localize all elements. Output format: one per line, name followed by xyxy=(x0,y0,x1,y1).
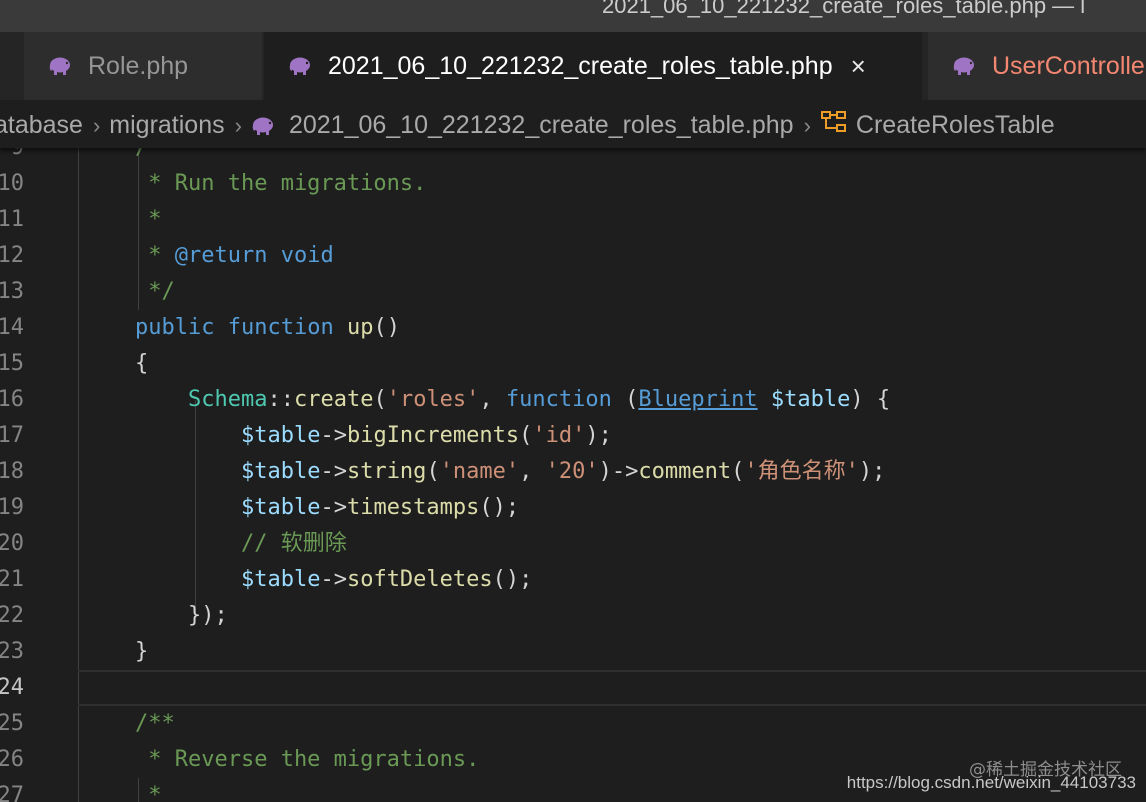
current-line-highlight[interactable]: 24 xyxy=(0,670,1146,706)
line-number: 13 xyxy=(0,279,24,304)
line-number: 11 xyxy=(0,207,24,232)
line-number: 26 xyxy=(0,747,24,772)
chevron-right-icon: › xyxy=(234,112,242,138)
line-text: * xyxy=(135,207,162,232)
line-text: /** xyxy=(135,148,175,160)
php-elephant-icon xyxy=(952,56,978,76)
line-number: 17 xyxy=(0,423,24,448)
window-title-bar: 2021_06_10_221232_create_roles_table.php… xyxy=(0,0,1146,32)
php-elephant-icon xyxy=(48,56,74,76)
line-number: 24 xyxy=(0,675,24,700)
code-line: 23 } xyxy=(0,634,1146,670)
line-text: * Run the migrations. xyxy=(135,171,427,196)
code-line: 17 $table->bigIncrements('id'); xyxy=(0,418,1146,454)
line-text: * xyxy=(135,783,162,802)
code-line: 9 /** xyxy=(0,148,1146,166)
breadcrumb-item-file[interactable]: 2021_06_10_221232_create_roles_table.php xyxy=(289,111,794,140)
code-line: 15 { xyxy=(0,346,1146,382)
line-text: */ xyxy=(135,279,175,304)
line-number: 14 xyxy=(0,315,24,340)
window-title: 2021_06_10_221232_create_roles_table.php… xyxy=(602,0,1086,18)
tab-user-controller[interactable]: UserControlle xyxy=(928,32,1146,100)
tab-label: Role.php xyxy=(88,51,189,80)
code-line: 25 /** xyxy=(0,706,1146,742)
line-code: $table->softDeletes(); xyxy=(240,567,533,592)
line-code: * xyxy=(135,778,162,802)
line-code: * xyxy=(135,202,162,238)
line-code: $table->string('name', '20')->comment('角… xyxy=(240,459,886,484)
breadcrumb-item-migrations[interactable]: migrations xyxy=(109,111,224,140)
line-code: }); xyxy=(135,603,228,628)
line-number: 20 xyxy=(0,531,24,556)
line-number: 18 xyxy=(0,459,24,484)
line-text: /** xyxy=(135,711,175,736)
tab-label: 2021_06_10_221232_create_roles_table.php xyxy=(328,51,833,80)
editor-tab-bar: Role.php 2021_06_10_221232_create_roles_… xyxy=(0,32,1146,100)
breadcrumb-item-database[interactable]: atabase xyxy=(0,111,83,140)
line-number: 9 xyxy=(0,148,24,166)
line-code: $table->timestamps(); xyxy=(240,495,520,520)
code-line: 11 * xyxy=(0,202,1146,238)
line-code: /** xyxy=(135,148,175,166)
line-number: 27 xyxy=(0,783,24,802)
tab-role-php[interactable]: Role.php xyxy=(24,32,262,100)
line-code: public function up() xyxy=(135,315,400,340)
code-line: 18 $table->string('name', '20')->comment… xyxy=(0,454,1146,490)
line-code: // 软删除 xyxy=(135,526,347,562)
breadcrumb-item-class[interactable]: CreateRolesTable xyxy=(856,111,1055,140)
line-code: { xyxy=(135,351,149,376)
line-text: * @return void xyxy=(135,243,334,268)
line-code: /** xyxy=(135,706,175,742)
line-code: */ xyxy=(135,274,175,310)
line-number: 19 xyxy=(0,495,24,520)
chevron-right-icon: › xyxy=(803,112,811,138)
line-number: 23 xyxy=(0,639,24,664)
line-code: * Run the migrations. xyxy=(135,166,426,202)
line-number: 25 xyxy=(0,711,24,736)
line-code: } xyxy=(135,639,149,664)
line-text: * Reverse the migrations. xyxy=(135,747,480,772)
line-number: 21 xyxy=(0,567,24,592)
code-line: 10 * Run the migrations. xyxy=(0,166,1146,202)
class-symbol-icon xyxy=(820,109,848,142)
line-code: * Reverse the migrations. xyxy=(135,742,479,778)
code-line: 22 }); xyxy=(0,598,1146,634)
watermark-url: https://blog.csdn.net/weixin_44103733 xyxy=(846,773,1136,792)
code-line: 19 $table->timestamps(); xyxy=(0,490,1146,526)
chevron-right-icon: › xyxy=(92,112,101,138)
code-line: 12 * @return void xyxy=(0,238,1146,274)
code-line: 20 // 软删除 xyxy=(0,526,1146,562)
php-elephant-icon xyxy=(251,116,277,136)
line-code: $table->bigIncrements('id'); xyxy=(240,423,612,448)
code-line: 16 Schema::create('roles', function (Blu… xyxy=(0,382,1146,418)
line-code: * @return void xyxy=(135,238,334,274)
close-tab-icon[interactable]: × xyxy=(851,51,866,82)
line-number: 10 xyxy=(0,171,24,196)
line-text: // 软删除 xyxy=(135,531,347,556)
code-editor[interactable]: 9 /** 10 * Run the migrations. 11 * 12 *… xyxy=(0,148,1146,802)
tab-label: UserControlle xyxy=(992,51,1145,80)
code-line: 14 public function up() xyxy=(0,310,1146,346)
line-code: Schema::create('roles', function (Bluepr… xyxy=(187,387,891,412)
line-number: 22 xyxy=(0,603,24,628)
code-line: 13 */ xyxy=(0,274,1146,310)
line-number: 12 xyxy=(0,243,24,268)
code-line: 21 $table->softDeletes(); xyxy=(0,562,1146,598)
php-elephant-icon xyxy=(288,56,314,76)
line-number: 15 xyxy=(0,351,24,376)
tab-create-roles-table[interactable]: 2021_06_10_221232_create_roles_table.php… xyxy=(264,32,922,100)
breadcrumb: atabase › migrations › 2021_06_10_221232… xyxy=(0,100,1146,148)
line-number: 16 xyxy=(0,387,24,412)
